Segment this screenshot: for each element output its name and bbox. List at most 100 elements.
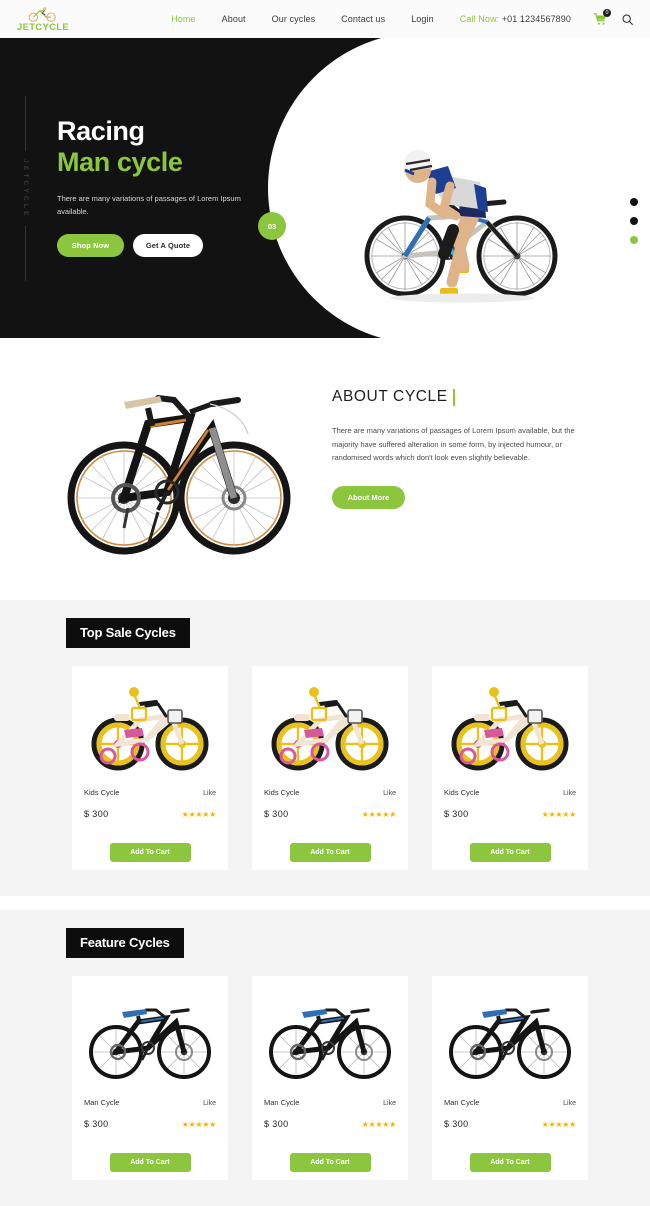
product-price-row: $ 300 ★★★★★ xyxy=(444,1119,576,1129)
product-card[interactable]: Kids Cycle Like $ 300 ★★★★★ Add To Cart xyxy=(252,666,408,870)
product-name-row: Kids Cycle Like xyxy=(264,788,396,797)
product-card[interactable]: Kids Cycle Like $ 300 ★★★★★ Add To Cart xyxy=(72,666,228,870)
phone-number: +01 1234567890 xyxy=(501,14,571,24)
top-sale-cards: Kids Cycle Like $ 300 ★★★★★ Add To Cart xyxy=(0,648,650,870)
product-price-row: $ 300 ★★★★★ xyxy=(264,809,396,819)
product-name: Kids Cycle xyxy=(444,788,480,797)
cart-button[interactable]: 0 xyxy=(593,8,611,27)
hero-title-line-2: Man cycle xyxy=(57,147,183,177)
product-price-row: $ 300 ★★★★★ xyxy=(264,1119,396,1129)
bicycle-logo-icon xyxy=(28,6,56,22)
nav-item-our-cycles[interactable]: Our cycles xyxy=(272,14,316,24)
product-rating-stars: ★★★★★ xyxy=(181,810,217,819)
header-icons: 0 xyxy=(593,8,634,27)
product-like-label[interactable]: Like xyxy=(383,790,396,797)
product-card[interactable]: Man Cycle Like $ 300 ★★★★★ Add To Cart xyxy=(252,976,408,1180)
product-name: Kids Cycle xyxy=(264,788,300,797)
slider-dot-2[interactable] xyxy=(630,217,638,225)
cart-row: Add To Cart xyxy=(444,843,576,862)
slider-dot-3[interactable] xyxy=(630,236,638,244)
section-heading-feature: Feature Cycles xyxy=(66,928,184,958)
kids-bicycle-image xyxy=(444,680,576,776)
slider-dot-1[interactable] xyxy=(630,198,638,206)
shop-now-button[interactable]: Shop Now xyxy=(57,234,124,257)
product-card[interactable]: Man Cycle Like $ 300 ★★★★★ Add To Cart xyxy=(432,976,588,1180)
man-bicycle-image xyxy=(264,990,396,1086)
product-price-row: $ 300 ★★★★★ xyxy=(84,809,216,819)
title-accent-bar xyxy=(452,388,456,406)
feature-cards: Man Cycle Like $ 300 ★★★★★ Add To Cart M… xyxy=(0,958,650,1180)
get-a-quote-button[interactable]: Get A Quote xyxy=(133,234,203,257)
product-card[interactable]: Kids Cycle Like $ 300 ★★★★★ Add To Cart xyxy=(432,666,588,870)
kids-bike-icon xyxy=(451,687,569,771)
product-price: $ 300 xyxy=(444,809,469,819)
product-price: $ 300 xyxy=(264,809,289,819)
product-price: $ 300 xyxy=(444,1119,469,1129)
about-text: There are many variations of passages of… xyxy=(332,426,575,462)
hero-title-line-1: Racing xyxy=(57,116,145,146)
about-more-button[interactable]: About More xyxy=(332,485,405,509)
cart-count-badge: 0 xyxy=(603,8,611,17)
product-price-row: $ 300 ★★★★★ xyxy=(84,1119,216,1129)
about-copy: ABOUT CYCLE There are many variations of… xyxy=(332,388,590,509)
product-like-label[interactable]: Like xyxy=(563,1100,576,1107)
product-rating-stars: ★★★★★ xyxy=(541,810,577,819)
product-rating-stars: ★★★★★ xyxy=(181,1120,217,1129)
product-like-label[interactable]: Like xyxy=(203,790,216,797)
product-name: Man Cycle xyxy=(84,1098,120,1107)
kids-bicycle-image xyxy=(84,680,216,776)
man-bike-icon xyxy=(89,1008,211,1079)
product-like-label[interactable]: Like xyxy=(563,790,576,797)
cart-row: Add To Cart xyxy=(84,843,216,862)
nav-item-about[interactable]: About xyxy=(222,14,246,24)
product-rating-stars: ★★★★★ xyxy=(541,1120,577,1129)
product-rating-stars: ★★★★★ xyxy=(361,1120,397,1129)
product-price: $ 300 xyxy=(84,809,109,819)
product-name-row: Man Cycle Like xyxy=(264,1098,396,1107)
product-name: Man Cycle xyxy=(264,1098,300,1107)
product-name-row: Kids Cycle Like xyxy=(444,788,576,797)
product-price-row: $ 300 ★★★★★ xyxy=(444,809,576,819)
add-to-cart-button[interactable]: Add To Cart xyxy=(109,843,191,862)
brand-logo[interactable]: JETCYCLE xyxy=(12,6,74,33)
product-card[interactable]: Man Cycle Like $ 300 ★★★★★ Add To Cart xyxy=(72,976,228,1180)
man-bike-icon xyxy=(449,1008,571,1079)
product-like-label[interactable]: Like xyxy=(383,1100,396,1107)
product-price: $ 300 xyxy=(84,1119,109,1129)
add-to-cart-button[interactable]: Add To Cart xyxy=(289,843,371,862)
section-heading-top-sale: Top Sale Cycles xyxy=(66,618,190,648)
man-bike-icon xyxy=(269,1008,391,1079)
product-like-label[interactable]: Like xyxy=(203,1100,216,1107)
brand-name: JETCYCLE xyxy=(16,21,70,33)
about-bike-image xyxy=(67,395,291,555)
product-price: $ 300 xyxy=(264,1119,289,1129)
nav-item-home[interactable]: Home xyxy=(171,14,195,24)
call-now[interactable]: Call Now: +01 1234567890 xyxy=(460,14,571,24)
hero-copy: Racing Man cycle There are many variatio… xyxy=(57,116,272,257)
call-now-label: Call Now: xyxy=(459,14,500,24)
man-bicycle-image xyxy=(444,990,576,1086)
product-rating-stars: ★★★★★ xyxy=(361,810,397,819)
product-name-row: Man Cycle Like xyxy=(84,1098,216,1107)
cart-row: Add To Cart xyxy=(264,843,396,862)
product-name: Man Cycle xyxy=(444,1098,480,1107)
racing-cyclist-image xyxy=(364,149,558,303)
kids-bike-icon xyxy=(91,687,209,771)
kids-bike-icon xyxy=(271,687,389,771)
hero-vertical-text: JETCYCLE xyxy=(22,158,29,219)
about-title: ABOUT CYCLE xyxy=(332,388,448,405)
hero-buttons: Shop Now Get A Quote xyxy=(57,234,272,257)
search-icon[interactable] xyxy=(621,13,634,26)
product-name: Kids Cycle xyxy=(84,788,120,797)
kids-bicycle-image xyxy=(264,680,396,776)
nav-item-contact-us[interactable]: Contact us xyxy=(341,14,385,24)
add-to-cart-button[interactable]: Add To Cart xyxy=(469,843,551,862)
slide-number-badge: 03 xyxy=(258,212,286,240)
vertical-divider-bottom xyxy=(25,226,26,281)
product-name-row: Kids Cycle Like xyxy=(84,788,216,797)
nav-item-login[interactable]: Login xyxy=(411,14,434,24)
vertical-divider-top xyxy=(25,96,26,151)
hero-slider-dots xyxy=(630,198,638,244)
top-sale-cycles-section: Top Sale Cycles Kids Cycle Like $ 300 ★★… xyxy=(0,600,650,896)
hero-section: JETCYCLE Racing Man cycle There are many… xyxy=(0,38,650,338)
